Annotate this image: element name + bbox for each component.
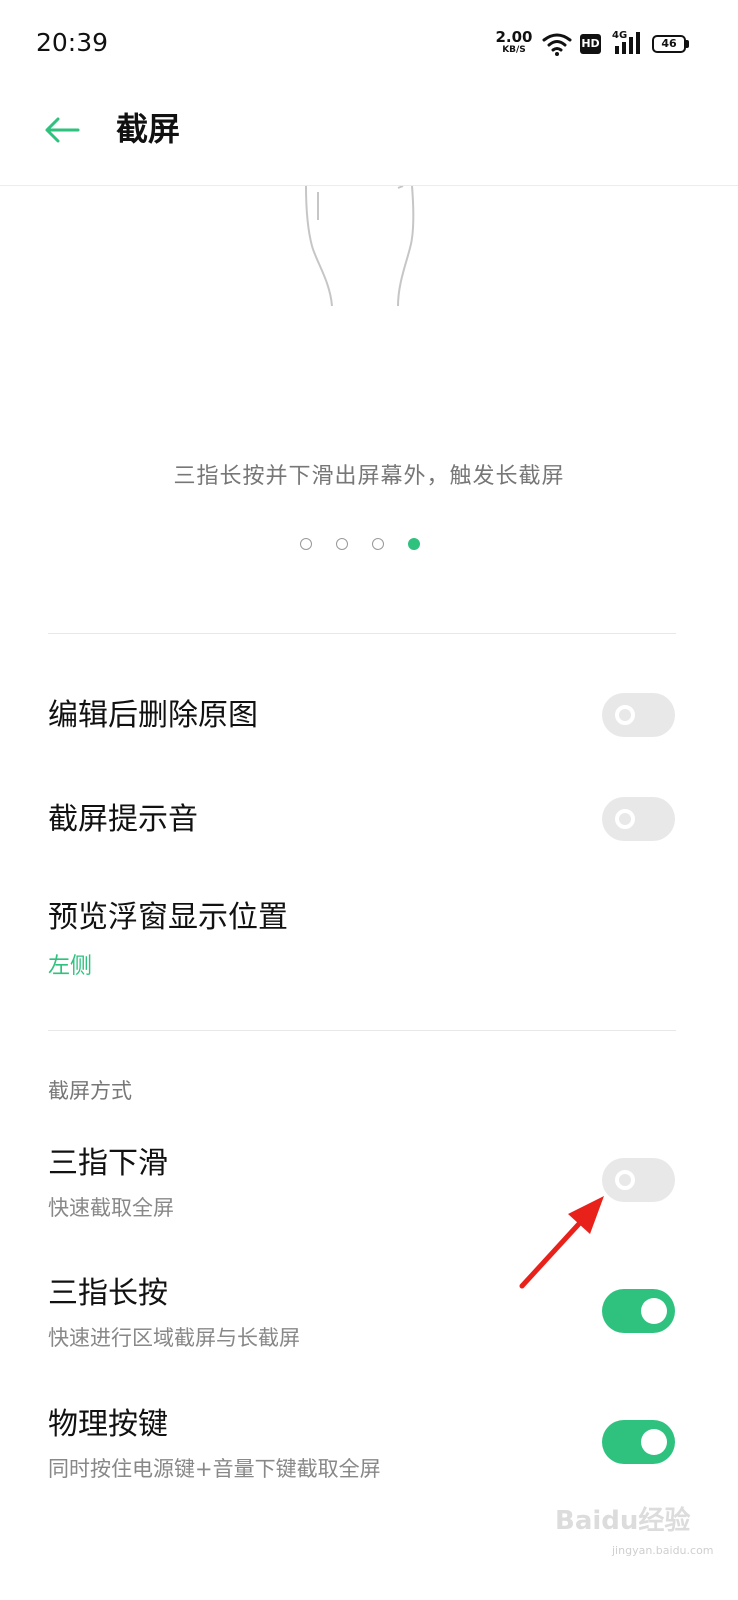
section-header-screenshot-methods: 截屏方式 — [48, 1079, 132, 1103]
arrow-left-icon — [45, 117, 80, 143]
toggle-knob — [615, 1170, 635, 1190]
divider — [48, 633, 676, 634]
physical-keys-toggle[interactable] — [602, 1420, 675, 1464]
method-title: 物理按键 — [48, 1407, 168, 1442]
carousel-page-indicator[interactable] — [300, 538, 420, 550]
method-subtitle: 同时按住电源键+音量下键截取全屏 — [48, 1457, 381, 1481]
setting-shutter-sound[interactable]: 截屏提示音 — [48, 800, 676, 840]
page-dot-active[interactable] — [408, 538, 420, 550]
gesture-illustration — [0, 186, 738, 326]
toggle-knob — [615, 705, 635, 725]
status-time: 20:39 — [36, 28, 109, 57]
carousel-caption: 三指长按并下滑出屏幕外，触发长截屏 — [173, 464, 565, 489]
network-speed-value: 2.00 — [495, 28, 533, 46]
back-button[interactable] — [38, 106, 86, 154]
method-subtitle: 快速进行区域截屏与长截屏 — [48, 1326, 300, 1350]
hand-illustration-icon — [305, 186, 415, 307]
method-physical-keys[interactable]: 物理按键 同时按住电源键+音量下键截取全屏 — [48, 1405, 676, 1483]
watermark-url: jingyan.baidu.com — [612, 1544, 714, 1557]
page-title: 截屏 — [116, 110, 181, 148]
three-finger-hold-toggle[interactable] — [602, 1289, 675, 1333]
page-dot[interactable] — [372, 538, 384, 550]
status-bar: 20:39 2.00 KB/S HD 4G 46 — [0, 0, 738, 90]
shutter-sound-toggle[interactable] — [602, 797, 675, 841]
hd-voice-icon: HD — [580, 34, 601, 54]
battery-icon: 46 — [652, 35, 686, 53]
network-speed: 2.00 KB/S — [494, 30, 534, 55]
title-bar: 截屏 — [0, 90, 738, 186]
setting-delete-original[interactable]: 编辑后删除原图 — [48, 696, 676, 736]
toggle-knob — [641, 1429, 667, 1455]
page-dot[interactable] — [336, 538, 348, 550]
delete-original-toggle[interactable] — [602, 693, 675, 737]
divider — [48, 1030, 676, 1031]
battery-tip — [686, 40, 689, 48]
method-title: 三指下滑 — [48, 1146, 168, 1181]
preview-position-value: 左侧 — [48, 954, 93, 979]
cell-signal-icon — [615, 32, 640, 54]
page-dot[interactable] — [300, 538, 312, 550]
battery-level: 46 — [661, 37, 677, 50]
toggle-knob — [641, 1298, 667, 1324]
network-speed-unit: KB/S — [502, 45, 526, 55]
red-arrow-annotation-icon — [519, 1196, 604, 1289]
setting-title: 编辑后删除原图 — [48, 698, 258, 733]
setting-title: 截屏提示音 — [48, 802, 198, 837]
watermark-logo: Baidu经验 — [555, 1506, 691, 1536]
wifi-icon — [542, 33, 572, 56]
three-finger-swipe-toggle[interactable] — [602, 1158, 675, 1202]
setting-title: 预览浮窗显示位置 — [48, 900, 288, 935]
toggle-knob — [615, 809, 635, 829]
setting-preview-position[interactable]: 预览浮窗显示位置 左侧 — [48, 898, 676, 980]
